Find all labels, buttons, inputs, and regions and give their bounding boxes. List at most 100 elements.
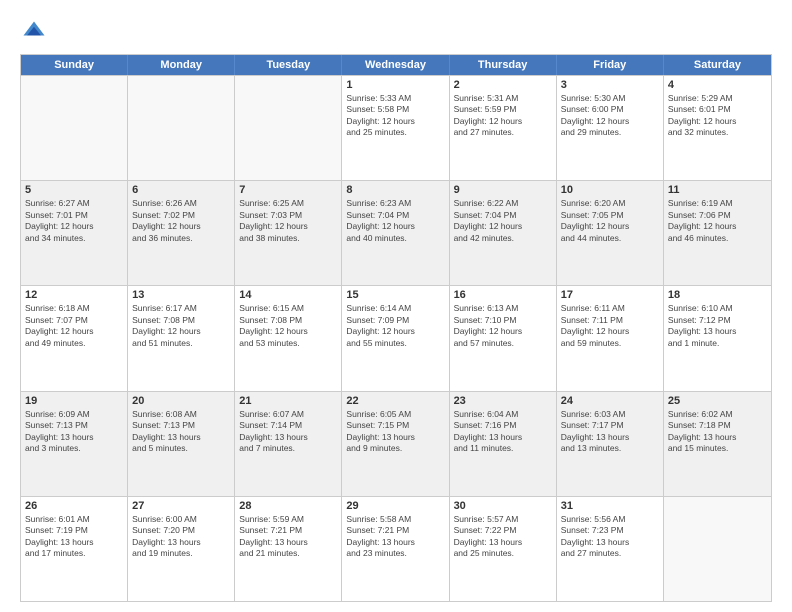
day-cell-2: 2Sunrise: 5:31 AM Sunset: 5:59 PM Daylig… <box>450 76 557 180</box>
day-cell-14: 14Sunrise: 6:15 AM Sunset: 7:08 PM Dayli… <box>235 286 342 390</box>
calendar: SundayMondayTuesdayWednesdayThursdayFrid… <box>20 54 772 602</box>
calendar-week-1: 1Sunrise: 5:33 AM Sunset: 5:58 PM Daylig… <box>21 75 771 180</box>
day-number: 12 <box>25 289 123 301</box>
day-number: 27 <box>132 500 230 512</box>
page: SundayMondayTuesdayWednesdayThursdayFrid… <box>0 0 792 612</box>
day-number: 21 <box>239 395 337 407</box>
day-cell-10: 10Sunrise: 6:20 AM Sunset: 7:05 PM Dayli… <box>557 181 664 285</box>
day-number: 15 <box>346 289 444 301</box>
day-cell-4: 4 Sunrise: 5:29 AM Sunset: 6:01 PM Daylig… <box>664 76 771 180</box>
day-info: Sunrise: 6:07 AM Sunset: 7:14 PM Dayligh… <box>239 409 337 455</box>
day-info: Sunrise: 6:05 AM Sunset: 7:15 PM Dayligh… <box>346 409 444 455</box>
day-info: Sunrise: 6:01 AM Sunset: 7:19 PM Dayligh… <box>25 514 123 560</box>
day-cell-16: 16 Sunrise: 6:13 AM Sunset: 7:10 PM Dayli… <box>450 286 557 390</box>
day-cell-11: 11Sunrise: 6:19 AM Sunset: 7:06 PM Dayli… <box>664 181 771 285</box>
day-cell-9: 9Sunrise: 6:22 AM Sunset: 7:04 PM Daylig… <box>450 181 557 285</box>
day-number: 24 <box>561 395 659 407</box>
calendar-week-2: 5Sunrise: 6:27 AM Sunset: 7:01 PM Daylig… <box>21 180 771 285</box>
day-number: 16 <box>454 289 552 301</box>
day-info: Sunrise: 6:15 AM Sunset: 7:08 PM Dayligh… <box>239 303 337 349</box>
day-cell-3: 3 Sunrise: 5:30 AM Sunset: 6:00 PM Daylig… <box>557 76 664 180</box>
empty-cell <box>128 76 235 180</box>
calendar-header: SundayMondayTuesdayWednesdayThursdayFrid… <box>21 55 771 75</box>
day-number: 19 <box>25 395 123 407</box>
day-info: Sunrise: 5:30 AM Sunset: 6:00 PM Dayligh… <box>561 93 659 139</box>
day-cell-22: 22 Sunrise: 6:05 AM Sunset: 7:15 PM Dayli… <box>342 392 449 496</box>
day-info: Sunrise: 5:59 AM Sunset: 7:21 PM Dayligh… <box>239 514 337 560</box>
day-info: Sunrise: 6:19 AM Sunset: 7:06 PM Dayligh… <box>668 198 767 244</box>
day-info: Sunrise: 6:13 AM Sunset: 7:10 PM Dayligh… <box>454 303 552 349</box>
day-cell-28: 28 Sunrise: 5:59 AM Sunset: 7:21 PM Dayli… <box>235 497 342 601</box>
day-number: 29 <box>346 500 444 512</box>
day-cell-20: 20 Sunrise: 6:08 AM Sunset: 7:13 PM Dayli… <box>128 392 235 496</box>
day-cell-18: 18 Sunrise: 6:10 AM Sunset: 7:12 PM Dayli… <box>664 286 771 390</box>
weekday-header-thursday: Thursday <box>450 55 557 75</box>
logo <box>20 18 52 46</box>
day-number: 4 <box>668 79 767 91</box>
day-number: 25 <box>668 395 767 407</box>
day-cell-7: 7Sunrise: 6:25 AM Sunset: 7:03 PM Daylig… <box>235 181 342 285</box>
day-cell-15: 15 Sunrise: 6:14 AM Sunset: 7:09 PM Dayli… <box>342 286 449 390</box>
day-number: 13 <box>132 289 230 301</box>
day-cell-21: 21 Sunrise: 6:07 AM Sunset: 7:14 PM Dayli… <box>235 392 342 496</box>
day-info: Sunrise: 5:58 AM Sunset: 7:21 PM Dayligh… <box>346 514 444 560</box>
day-info: Sunrise: 6:10 AM Sunset: 7:12 PM Dayligh… <box>668 303 767 349</box>
day-number: 20 <box>132 395 230 407</box>
day-info: Sunrise: 6:11 AM Sunset: 7:11 PM Dayligh… <box>561 303 659 349</box>
day-cell-25: 25 Sunrise: 6:02 AM Sunset: 7:18 PM Dayli… <box>664 392 771 496</box>
day-info: Sunrise: 6:22 AM Sunset: 7:04 PM Dayligh… <box>454 198 552 244</box>
weekday-header-saturday: Saturday <box>664 55 771 75</box>
calendar-week-3: 12Sunrise: 6:18 AM Sunset: 7:07 PM Dayli… <box>21 285 771 390</box>
header <box>20 18 772 46</box>
day-number: 26 <box>25 500 123 512</box>
day-number: 28 <box>239 500 337 512</box>
day-cell-30: 30Sunrise: 5:57 AM Sunset: 7:22 PM Dayli… <box>450 497 557 601</box>
day-cell-23: 23 Sunrise: 6:04 AM Sunset: 7:16 PM Dayli… <box>450 392 557 496</box>
day-number: 23 <box>454 395 552 407</box>
weekday-header-wednesday: Wednesday <box>342 55 449 75</box>
day-info: Sunrise: 6:09 AM Sunset: 7:13 PM Dayligh… <box>25 409 123 455</box>
logo-icon <box>20 18 48 46</box>
day-cell-8: 8Sunrise: 6:23 AM Sunset: 7:04 PM Daylig… <box>342 181 449 285</box>
day-info: Sunrise: 6:14 AM Sunset: 7:09 PM Dayligh… <box>346 303 444 349</box>
weekday-header-sunday: Sunday <box>21 55 128 75</box>
day-number: 18 <box>668 289 767 301</box>
day-info: Sunrise: 6:02 AM Sunset: 7:18 PM Dayligh… <box>668 409 767 455</box>
day-number: 22 <box>346 395 444 407</box>
weekday-header-tuesday: Tuesday <box>235 55 342 75</box>
day-number: 31 <box>561 500 659 512</box>
empty-cell <box>21 76 128 180</box>
day-info: Sunrise: 6:04 AM Sunset: 7:16 PM Dayligh… <box>454 409 552 455</box>
day-info: Sunrise: 6:26 AM Sunset: 7:02 PM Dayligh… <box>132 198 230 244</box>
calendar-body: 1Sunrise: 5:33 AM Sunset: 5:58 PM Daylig… <box>21 75 771 601</box>
day-cell-17: 17 Sunrise: 6:11 AM Sunset: 7:11 PM Dayli… <box>557 286 664 390</box>
day-cell-6: 6 Sunrise: 6:26 AM Sunset: 7:02 PM Daylig… <box>128 181 235 285</box>
day-info: Sunrise: 6:00 AM Sunset: 7:20 PM Dayligh… <box>132 514 230 560</box>
day-cell-12: 12Sunrise: 6:18 AM Sunset: 7:07 PM Dayli… <box>21 286 128 390</box>
day-info: Sunrise: 6:08 AM Sunset: 7:13 PM Dayligh… <box>132 409 230 455</box>
day-info: Sunrise: 5:56 AM Sunset: 7:23 PM Dayligh… <box>561 514 659 560</box>
day-number: 6 <box>132 184 230 196</box>
calendar-week-5: 26 Sunrise: 6:01 AM Sunset: 7:19 PM Dayli… <box>21 496 771 601</box>
weekday-header-friday: Friday <box>557 55 664 75</box>
day-number: 3 <box>561 79 659 91</box>
day-cell-5: 5Sunrise: 6:27 AM Sunset: 7:01 PM Daylig… <box>21 181 128 285</box>
day-number: 5 <box>25 184 123 196</box>
day-cell-31: 31 Sunrise: 5:56 AM Sunset: 7:23 PM Dayli… <box>557 497 664 601</box>
weekday-header-monday: Monday <box>128 55 235 75</box>
day-cell-1: 1Sunrise: 5:33 AM Sunset: 5:58 PM Daylig… <box>342 76 449 180</box>
day-number: 1 <box>346 79 444 91</box>
day-cell-29: 29 Sunrise: 5:58 AM Sunset: 7:21 PM Dayli… <box>342 497 449 601</box>
day-cell-26: 26 Sunrise: 6:01 AM Sunset: 7:19 PM Dayli… <box>21 497 128 601</box>
day-number: 17 <box>561 289 659 301</box>
day-number: 7 <box>239 184 337 196</box>
day-info: Sunrise: 5:29 AM Sunset: 6:01 PM Dayligh… <box>668 93 767 139</box>
day-cell-27: 27 Sunrise: 6:00 AM Sunset: 7:20 PM Dayli… <box>128 497 235 601</box>
day-cell-19: 19 Sunrise: 6:09 AM Sunset: 7:13 PM Dayli… <box>21 392 128 496</box>
empty-cell <box>664 497 771 601</box>
day-info: Sunrise: 5:31 AM Sunset: 5:59 PM Dayligh… <box>454 93 552 139</box>
day-info: Sunrise: 5:57 AM Sunset: 7:22 PM Dayligh… <box>454 514 552 560</box>
day-info: Sunrise: 6:23 AM Sunset: 7:04 PM Dayligh… <box>346 198 444 244</box>
day-info: Sunrise: 6:03 AM Sunset: 7:17 PM Dayligh… <box>561 409 659 455</box>
day-info: Sunrise: 6:17 AM Sunset: 7:08 PM Dayligh… <box>132 303 230 349</box>
